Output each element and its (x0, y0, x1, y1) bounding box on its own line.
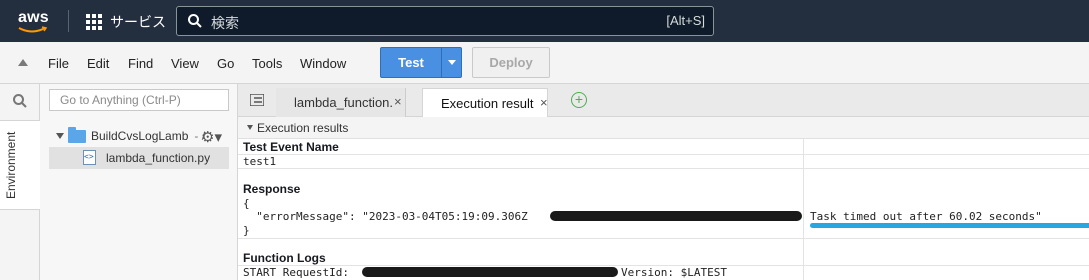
expand-arrow-icon[interactable] (56, 133, 64, 139)
tab-label: Execution result (441, 96, 534, 111)
test-event-value: test1 (243, 155, 277, 168)
deploy-button[interactable]: Deploy (472, 47, 550, 78)
highlight-underline (810, 223, 1089, 228)
test-button[interactable]: Test (380, 47, 462, 78)
tab-label: lambda_function. (294, 95, 394, 110)
file-tree-panel: Go to Anything (Ctrl-P) BuildCvsLogLamb … (40, 84, 238, 280)
file-row[interactable]: lambda_function.py (49, 147, 229, 169)
collapse-arrow-icon[interactable] (247, 125, 253, 130)
execution-results-title: Execution results (257, 121, 349, 135)
logs-line-prefix: START RequestId: (243, 266, 349, 279)
response-error-suffix: Task timed out after 60.02 seconds" (810, 210, 1042, 223)
response-title: Response (243, 182, 301, 196)
tab-execution-result[interactable]: Execution result × (422, 88, 548, 117)
environment-tab-label: Environment (4, 131, 18, 199)
redacted-request-id (550, 211, 802, 221)
response-close-brace: } (243, 224, 250, 237)
search-icon (188, 14, 202, 28)
test-button-divider (441, 48, 442, 77)
goto-anything-input[interactable]: Go to Anything (Ctrl-P) (49, 89, 229, 111)
row-divider (238, 238, 1089, 239)
response-error-prefix: "errorMessage": "2023-03-04T05:19:09.306… (243, 210, 528, 223)
aws-top-bar: aws サービス 検索 [Alt+S] (0, 0, 1089, 42)
file-label: lambda_function.py (106, 151, 211, 165)
menu-window[interactable]: Window (300, 56, 346, 71)
menu-find[interactable]: Find (128, 56, 153, 71)
services-label: サービス (110, 14, 166, 30)
search-shortcut: [Alt+S] (666, 13, 705, 28)
close-icon[interactable]: × (394, 94, 402, 109)
test-button-label: Test (398, 55, 424, 70)
row-divider (238, 168, 1089, 169)
logs-line-suffix: Version: $LATEST (621, 266, 727, 279)
response-open-brace: { (243, 197, 250, 210)
search-icon[interactable] (12, 93, 28, 109)
column-divider (803, 139, 804, 280)
menu-file[interactable]: File (48, 56, 69, 71)
ide-toolbar: File Edit Find View Go Tools Window Test… (0, 42, 1089, 84)
execution-results-panel: Test Event Name test1 Response { "errorM… (238, 139, 1089, 280)
aws-smile-icon (18, 26, 48, 33)
test-event-title: Test Event Name (243, 140, 339, 154)
collapse-toolbar-icon[interactable] (18, 59, 28, 66)
services-menu[interactable]: サービス (86, 12, 166, 32)
folder-icon (68, 126, 86, 143)
gear-icon[interactable]: ⚙▾ (201, 128, 222, 146)
close-icon[interactable]: × (540, 95, 548, 110)
left-sidebar-strip: Environment (0, 84, 40, 280)
tab-lambda-function[interactable]: lambda_function. × (276, 88, 406, 117)
folder-row[interactable]: BuildCvsLogLamb - / (56, 126, 205, 146)
menu-edit[interactable]: Edit (87, 56, 109, 71)
menu-go[interactable]: Go (217, 56, 234, 71)
aws-logo-text: aws (18, 9, 49, 26)
grid-icon (86, 14, 102, 30)
function-logs-title: Function Logs (243, 251, 326, 265)
menu-tools[interactable]: Tools (252, 56, 282, 71)
aws-logo[interactable]: aws (16, 7, 52, 35)
search-placeholder: 検索 (211, 15, 239, 31)
tab-menu-icon[interactable] (250, 94, 264, 106)
environment-tab[interactable]: Environment (0, 120, 40, 210)
global-search-input[interactable]: 検索 [Alt+S] (176, 6, 714, 36)
add-tab-icon[interactable]: + (571, 92, 587, 108)
editor-tabs: lambda_function. × Execution result × + (238, 84, 1089, 117)
python-file-icon (83, 150, 96, 165)
folder-label: BuildCvsLogLamb (91, 129, 189, 143)
menu-view[interactable]: View (171, 56, 199, 71)
execution-results-header[interactable]: Execution results (238, 117, 1089, 139)
redacted-request-id (362, 267, 618, 277)
topbar-divider (68, 10, 69, 32)
row-divider (238, 154, 1089, 155)
chevron-down-icon[interactable] (448, 60, 456, 65)
